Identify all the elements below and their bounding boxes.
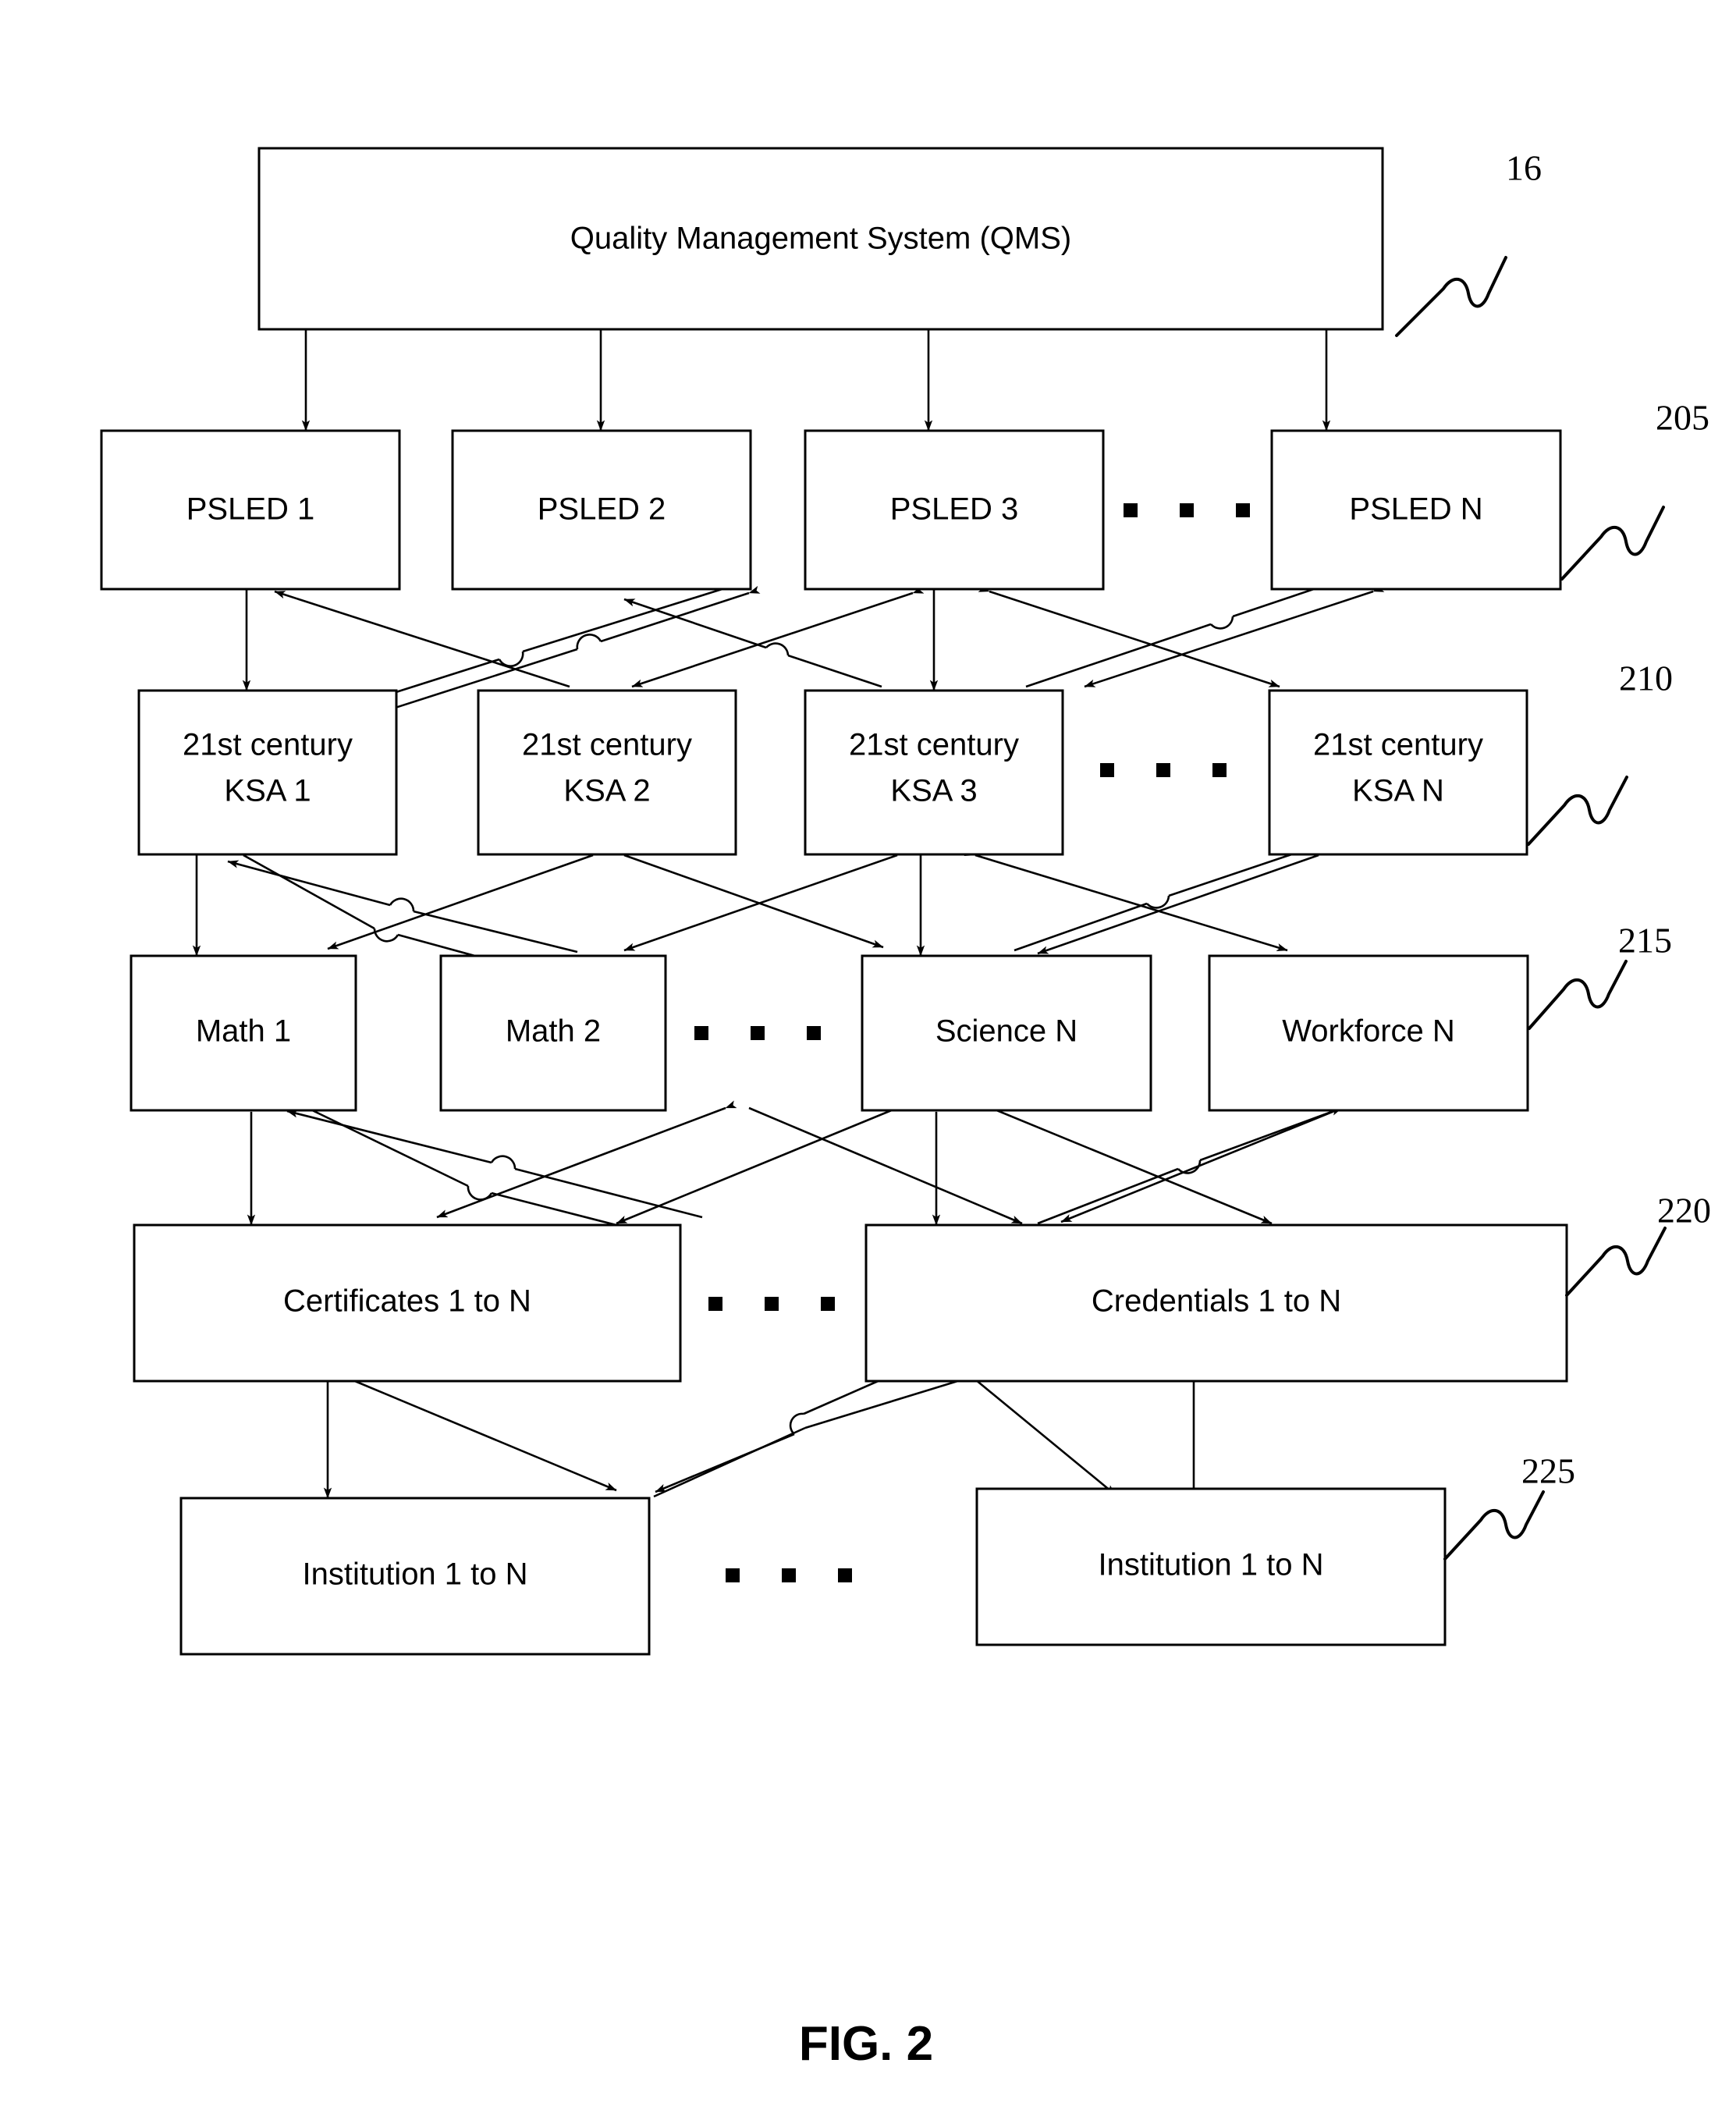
qms-to-psled-connectors [301,317,1331,431]
ksa-n-label-line1: 21st century [1313,728,1483,762]
science-n-box[interactable]: Science N [861,954,1152,1112]
ref-220-label: 220 [1657,1191,1711,1230]
ksa-2-label-line1: 21st century [522,728,692,762]
institution-1-label: Institution 1 to N [302,1557,527,1592]
awards-row-ellipsis [708,1297,835,1311]
ref-16: 16 [1395,148,1542,337]
math-1-box[interactable]: Math 1 [130,954,357,1112]
psled-row-ellipsis [1124,503,1250,517]
subject-row-ellipsis [694,1026,821,1040]
ref-225-label: 225 [1521,1451,1575,1491]
ref-205-label: 205 [1656,398,1709,438]
psled-n-box[interactable]: PSLED N [1270,429,1562,591]
ksa-3-label-line2: KSA 3 [890,774,977,808]
ksa-2-label-line2: KSA 2 [563,774,650,808]
qms-box-label: Quality Management System (QMS) [570,222,1071,256]
ref-225: 225 [1443,1451,1575,1561]
institution-2-label: Institution 1 to N [1098,1548,1323,1582]
institution-1-box[interactable]: Institution 1 to N [179,1497,651,1656]
ksa-to-subject-connectors [192,841,1330,977]
ksa-3-label-line1: 21st century [849,728,1019,762]
psled-2-box[interactable]: PSLED 2 [451,429,752,591]
ref-215-label: 215 [1618,921,1672,961]
institution-2-box[interactable]: Institution 1 to N [975,1487,1447,1646]
qms-box[interactable]: Quality Management System (QMS) [257,147,1384,331]
psled-1-box[interactable]: PSLED 1 [100,429,401,591]
workforce-n-box[interactable]: Workforce N [1208,954,1529,1112]
ksa-2-box[interactable]: 21st century KSA 2 [477,689,737,856]
figure-canvas: Quality Management System (QMS) 16 PSLED… [100,147,1711,2071]
math-2-box[interactable]: Math 2 [439,954,667,1112]
credentials-box[interactable]: Credentials 1 to N [864,1223,1568,1383]
ref-215: 215 [1528,921,1672,1030]
ref-16-label: 16 [1506,148,1542,188]
psled-1-label: PSLED 1 [186,492,315,527]
ref-210-label: 210 [1619,659,1673,698]
ksa-1-label-line2: KSA 1 [224,774,311,808]
awards-to-institution-connectors [323,1369,1198,1499]
math-1-label: Math 1 [196,1014,291,1049]
math-2-label: Math 2 [506,1014,601,1049]
figure-caption: FIG. 2 [799,2017,933,2071]
certificates-box[interactable]: Certificates 1 to N [133,1223,682,1383]
ksa-1-label-line1: 21st century [183,728,353,762]
ref-205: 205 [1560,398,1709,581]
ksa-row-ellipsis [1100,763,1227,777]
ksa-n-box[interactable]: 21st century KSA N [1268,689,1528,856]
ksa-3-box[interactable]: 21st century KSA 3 [804,689,1064,856]
patent-figure: Quality Management System (QMS) 16 PSLED… [0,0,1736,2120]
ref-220: 220 [1565,1191,1711,1297]
ksa-n-label-line2: KSA N [1352,774,1444,808]
psled-3-label: PSLED 3 [890,492,1019,527]
institution-row-ellipsis [726,1568,852,1582]
psled-n-label: PSLED N [1349,492,1482,527]
psled-3-box[interactable]: PSLED 3 [804,429,1105,591]
ref-210: 210 [1527,659,1673,846]
workforce-n-label: Workforce N [1282,1014,1455,1049]
certificates-label: Certificates 1 to N [283,1284,531,1319]
subject-to-awards-connectors [247,1100,1346,1241]
ksa-1-box[interactable]: 21st century KSA 1 [137,689,398,856]
psled-2-label: PSLED 2 [538,492,666,527]
credentials-label: Credentials 1 to N [1092,1284,1341,1319]
science-n-label: Science N [935,1014,1077,1049]
